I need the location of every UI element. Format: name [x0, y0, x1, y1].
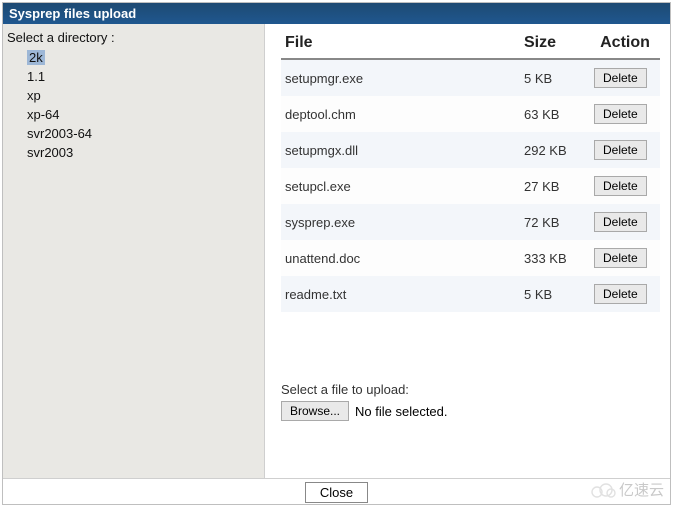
file-action-cell: Delete: [590, 132, 660, 168]
file-size-cell: 5 KB: [520, 276, 590, 312]
browse-button[interactable]: Browse...: [281, 401, 349, 421]
file-action-cell: Delete: [590, 96, 660, 132]
directory-item[interactable]: xp-64: [27, 105, 260, 124]
file-action-cell: Delete: [590, 276, 660, 312]
file-action-cell: Delete: [590, 168, 660, 204]
col-header-file: File: [281, 30, 520, 59]
main-panel: File Size Action setupmgr.exe5 KBDeleted…: [265, 24, 670, 478]
dialog-footer: Close: [3, 478, 670, 504]
directory-item[interactable]: 2k: [27, 48, 260, 67]
file-chosen-label: No file selected.: [355, 404, 448, 419]
file-action-cell: Delete: [590, 240, 660, 276]
table-row: setupmgx.dll292 KBDelete: [281, 132, 660, 168]
file-size-cell: 5 KB: [520, 59, 590, 96]
directory-item[interactable]: svr2003: [27, 143, 260, 162]
file-name-cell: setupmgr.exe: [281, 59, 520, 96]
directory-item-label: xp-64: [27, 107, 60, 122]
table-row: readme.txt5 KBDelete: [281, 276, 660, 312]
directory-item[interactable]: svr2003-64: [27, 124, 260, 143]
directory-item[interactable]: xp: [27, 86, 260, 105]
directory-item-label: 2k: [27, 50, 45, 65]
directory-list: 2k 1.1 xp xp-64 svr2003-64 svr2003: [7, 48, 260, 162]
file-name-cell: unattend.doc: [281, 240, 520, 276]
file-size-cell: 27 KB: [520, 168, 590, 204]
delete-button[interactable]: Delete: [594, 176, 647, 196]
col-header-action: Action: [590, 30, 660, 59]
sidebar-title: Select a directory :: [7, 30, 260, 45]
file-size-cell: 72 KB: [520, 204, 590, 240]
close-button[interactable]: Close: [305, 482, 368, 503]
table-row: setupmgr.exe5 KBDelete: [281, 59, 660, 96]
directory-item-label: svr2003-64: [27, 126, 92, 141]
file-name-cell: setupmgx.dll: [281, 132, 520, 168]
directory-item[interactable]: 1.1: [27, 67, 260, 86]
delete-button[interactable]: Delete: [594, 248, 647, 268]
delete-button[interactable]: Delete: [594, 284, 647, 304]
table-row: unattend.doc333 KBDelete: [281, 240, 660, 276]
directory-item-label: xp: [27, 88, 41, 103]
directory-item-label: 1.1: [27, 69, 45, 84]
file-name-cell: deptool.chm: [281, 96, 520, 132]
file-action-cell: Delete: [590, 59, 660, 96]
file-name-cell: setupcl.exe: [281, 168, 520, 204]
file-size-cell: 63 KB: [520, 96, 590, 132]
dialog-window: Sysprep files upload Select a directory …: [2, 2, 671, 505]
file-name-cell: sysprep.exe: [281, 204, 520, 240]
upload-hint: Select a file to upload:: [281, 382, 660, 397]
dialog-body: Select a directory : 2k 1.1 xp xp-64 svr2003…: [3, 24, 670, 478]
directory-item-label: svr2003: [27, 145, 73, 160]
delete-button[interactable]: Delete: [594, 68, 647, 88]
file-size-cell: 292 KB: [520, 132, 590, 168]
delete-button[interactable]: Delete: [594, 104, 647, 124]
file-table: File Size Action setupmgr.exe5 KBDeleted…: [281, 30, 660, 312]
upload-area: Select a file to upload: Browse... No fi…: [281, 382, 660, 421]
table-row: deptool.chm63 KBDelete: [281, 96, 660, 132]
file-size-cell: 333 KB: [520, 240, 590, 276]
titlebar: Sysprep files upload: [3, 3, 670, 24]
file-action-cell: Delete: [590, 204, 660, 240]
table-row: sysprep.exe72 KBDelete: [281, 204, 660, 240]
table-row: setupcl.exe27 KBDelete: [281, 168, 660, 204]
directory-sidebar: Select a directory : 2k 1.1 xp xp-64 svr2003…: [3, 24, 265, 478]
delete-button[interactable]: Delete: [594, 212, 647, 232]
col-header-size: Size: [520, 30, 590, 59]
window-title: Sysprep files upload: [9, 6, 136, 21]
file-name-cell: readme.txt: [281, 276, 520, 312]
delete-button[interactable]: Delete: [594, 140, 647, 160]
